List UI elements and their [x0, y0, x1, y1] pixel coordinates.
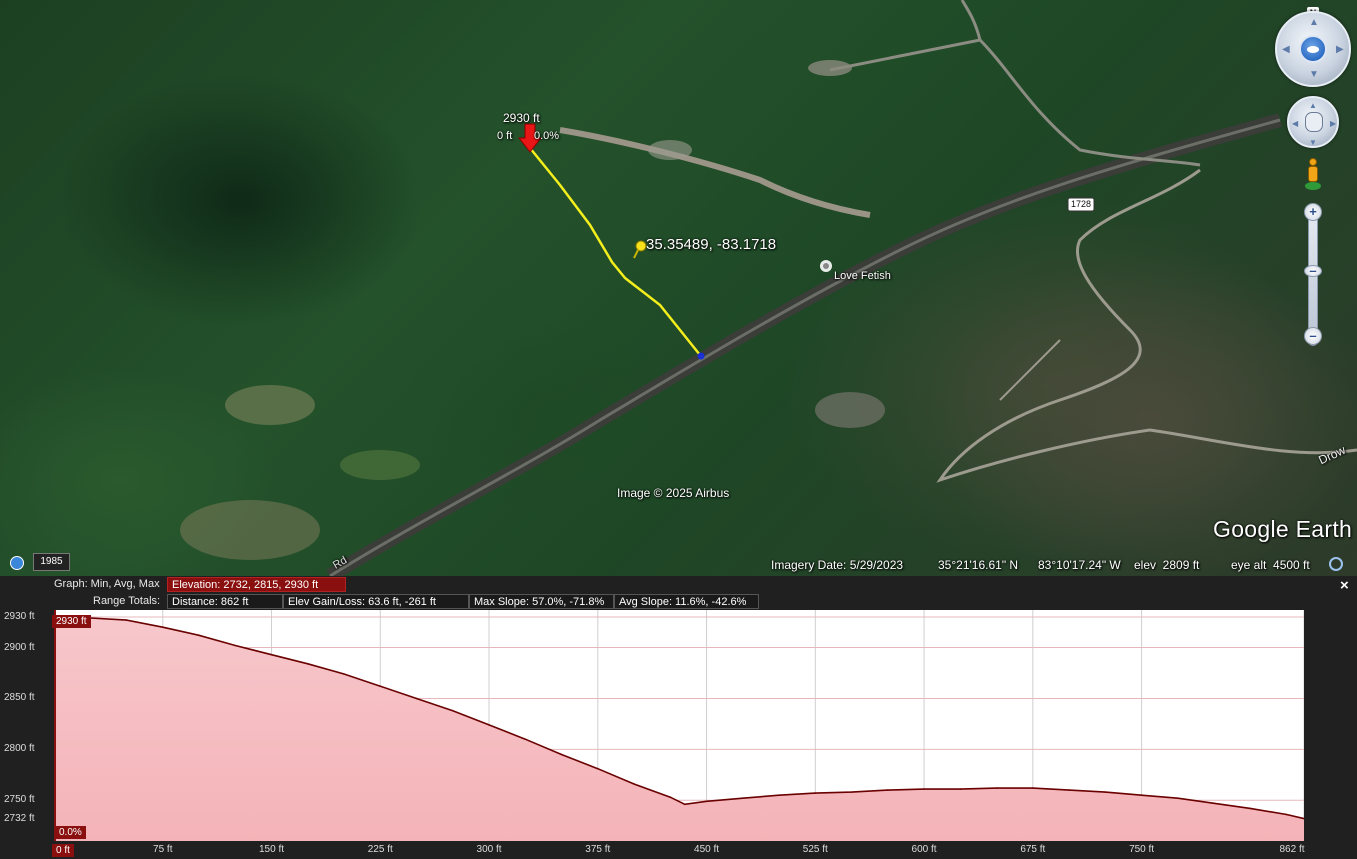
elevation-point [995, 787, 998, 789]
y-tick-label: 2850 ft [4, 692, 35, 704]
graph-mode-label: Graph: Min, Avg, Max [54, 578, 160, 590]
eye-icon[interactable] [1299, 35, 1327, 63]
elevation-point [669, 796, 672, 799]
zoom-slider-thumb[interactable]: – [1304, 264, 1322, 277]
y-tick-label: 2900 ft [4, 641, 35, 653]
elevation-point [705, 800, 708, 803]
elevation-chart[interactable] [54, 610, 1304, 841]
elevation-point [1213, 802, 1215, 805]
cursor-elevation-badge: 2930 ft [52, 615, 91, 628]
x-tick-label: 600 ft [911, 844, 937, 855]
elevation-point [850, 791, 853, 793]
elevation-point [923, 788, 925, 790]
elevation-point [1032, 787, 1034, 789]
elevation-point [488, 724, 490, 726]
map-view[interactable]: 2930 ft 0 ft 0.0% 35.35489, -83.1718 Lov… [0, 0, 1357, 576]
x-tick-label: 675 ft [1020, 844, 1046, 855]
elevation-point [198, 634, 200, 637]
elevation-point [778, 794, 780, 796]
hand-icon[interactable] [1305, 112, 1323, 132]
status-latitude: 35°21'16.61" N [938, 558, 1019, 572]
elevation-point [633, 783, 635, 785]
y-tick-label: 2750 ft [4, 794, 35, 806]
imagery-attribution: Image © 2025 Airbus [617, 486, 730, 500]
poi-label[interactable]: Love Fetish [834, 270, 891, 282]
close-profile-button[interactable]: × [1340, 577, 1349, 594]
status-longitude: 83°10'17.24" W [1038, 558, 1121, 572]
imagery-date: Imagery Date: 5/29/2023 [771, 558, 904, 572]
elevation-profile-panel: Graph: Min, Avg, Max Elevation: 2732, 28… [0, 576, 1357, 859]
cursor-distance-badge: 0 ft [52, 844, 74, 857]
path-start-marker-icon[interactable] [520, 124, 542, 154]
streaming-status-icon [1329, 557, 1343, 571]
status-eye-altitude: eye alt 4500 ft [1231, 558, 1310, 572]
y-tick-label: 2732 ft [4, 812, 35, 824]
cursor-slope-badge: 0.0% [55, 826, 86, 839]
elevation-point [306, 663, 309, 665]
elevation-point [560, 753, 563, 756]
elevation-point [596, 767, 599, 770]
elevation-point [1140, 794, 1143, 796]
zoom-in-button[interactable]: + [1304, 203, 1322, 221]
historical-imagery-year[interactable]: 1985 [33, 553, 70, 571]
look-joystick[interactable]: ▲ ▼ ◀ ▶ [1275, 11, 1351, 87]
x-tick-label: 225 ft [367, 844, 393, 855]
elevation-point [1249, 807, 1252, 810]
elevation-point [1068, 789, 1070, 791]
elevation-point [125, 619, 128, 621]
y-tick-label: 2930 ft [4, 611, 35, 622]
elevation-point [1285, 813, 1288, 816]
max-slope-stat-box[interactable]: Max Slope: 57.0%, -71.8% [469, 594, 614, 609]
elevation-point [161, 626, 164, 628]
path-start-distance-label: 0 ft [497, 130, 513, 142]
elevation-point [379, 685, 382, 688]
pegman-icon[interactable] [1305, 158, 1321, 192]
x-tick-label: 525 ft [802, 844, 828, 855]
move-joystick[interactable]: ▲ ▼ ◀ ▶ [1287, 96, 1339, 148]
elevation-point [343, 673, 345, 675]
x-tick-label: 450 ft [694, 844, 720, 855]
y-tick-label: 2800 ft [4, 743, 35, 755]
x-tick-label: 750 ft [1129, 844, 1155, 855]
elevation-point [415, 697, 418, 700]
elevation-point [234, 644, 237, 647]
placemark-label[interactable]: 35.35489, -83.1718 [646, 236, 776, 253]
poi-marker-icon[interactable] [819, 259, 833, 273]
clock-icon[interactable] [10, 556, 24, 570]
x-tick-label: 375 ft [585, 844, 611, 855]
elevation-stat-box[interactable]: Elevation: 2732, 2815, 2930 ft [167, 577, 346, 592]
zoom-out-button[interactable]: – [1304, 327, 1322, 345]
elevation-point [959, 788, 962, 790]
x-tick-label: 150 ft [259, 844, 285, 855]
elevation-point [451, 709, 454, 712]
elevation-point [524, 738, 527, 740]
path-start-elevation-label: 2930 ft [503, 111, 540, 125]
elevation-point [1104, 791, 1107, 793]
avg-slope-stat-box[interactable]: Avg Slope: 11.6%, -42.6% [614, 594, 759, 609]
elevation-point [684, 803, 686, 806]
elev-gain-loss-stat-box[interactable]: Elev Gain/Loss: 63.6 ft, -261 ft [283, 594, 469, 609]
elevation-point [270, 653, 273, 656]
x-tick-label: 300 ft [476, 844, 502, 855]
elevation-point [814, 792, 817, 794]
x-tick-label: 75 ft [153, 844, 173, 855]
distance-stat-box[interactable]: Distance: 862 ft [167, 594, 283, 609]
elevation-point [1177, 797, 1179, 800]
google-earth-window: 2930 ft 0 ft 0.0% 35.35489, -83.1718 Lov… [0, 0, 1357, 859]
x-tick-label: 862 ft [1279, 844, 1305, 855]
road-shield: 1728 [1070, 199, 1092, 209]
status-elevation: elev 2809 ft [1134, 558, 1200, 572]
google-earth-logo: Google Earth [1213, 516, 1353, 542]
elevation-point [742, 797, 744, 800]
elevation-point [887, 789, 889, 791]
range-totals-label: Range Totals: [93, 595, 161, 607]
